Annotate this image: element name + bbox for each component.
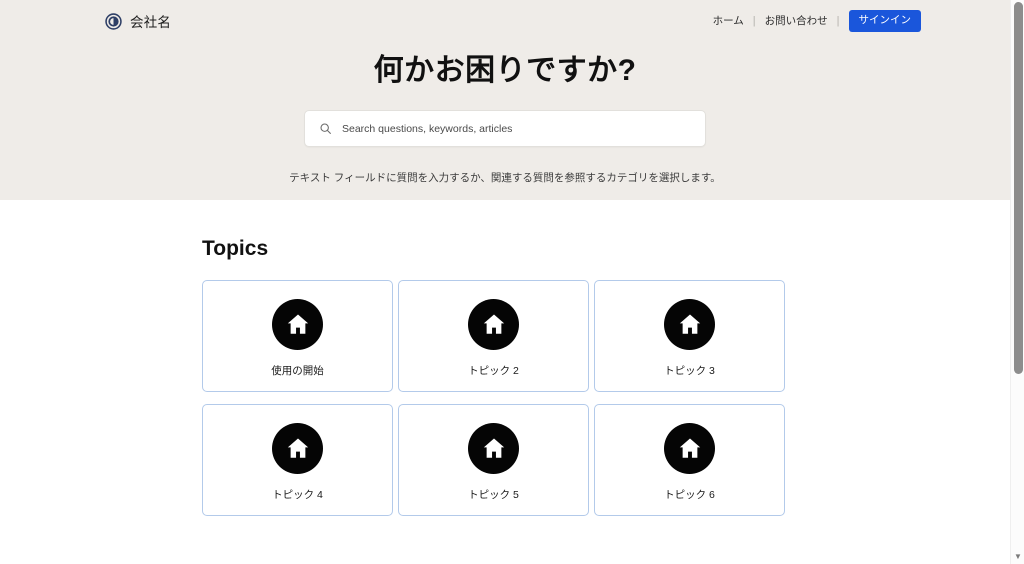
home-icon-glyph bbox=[287, 438, 308, 458]
home-icon-glyph bbox=[679, 438, 700, 458]
home-icon bbox=[468, 422, 519, 474]
topic-card[interactable]: トピック 5 bbox=[398, 404, 589, 516]
nav-separator: | bbox=[836, 15, 840, 27]
home-icon-glyph bbox=[483, 438, 504, 458]
main-content: Topics 使用の開始 トピック 2 トピック 3 トピック 4 トピック 5… bbox=[0, 200, 1010, 516]
scroll-down-arrow-icon[interactable]: ▼ bbox=[1011, 553, 1024, 561]
search-icon bbox=[320, 123, 331, 134]
top-navigation-bar: 会社名 ホーム | お問い合わせ | サインイン bbox=[0, 0, 1010, 44]
home-icon-glyph bbox=[287, 314, 308, 334]
search-input[interactable] bbox=[342, 122, 691, 135]
topics-grid: 使用の開始 トピック 2 トピック 3 トピック 4 トピック 5 トピック 6 bbox=[202, 280, 788, 516]
nav-item-home[interactable]: ホーム bbox=[713, 11, 744, 31]
signin-button[interactable]: サインイン bbox=[848, 10, 921, 32]
hero-subtitle: テキスト フィールドに質問を入力するか、関連する質問を参照するカテゴリを選択しま… bbox=[289, 172, 721, 184]
topic-card-label: トピック 3 bbox=[664, 364, 715, 377]
header-nav: ホーム | お問い合わせ | サインイン bbox=[713, 10, 921, 32]
nav-separator: | bbox=[752, 15, 756, 27]
topic-card-label: トピック 2 bbox=[468, 364, 519, 377]
nav-item-contact[interactable]: お問い合わせ bbox=[765, 11, 828, 31]
home-icon bbox=[468, 298, 519, 350]
home-icon bbox=[272, 422, 323, 474]
home-icon-glyph bbox=[679, 314, 700, 334]
home-icon-glyph bbox=[483, 314, 504, 334]
vertical-scrollbar[interactable]: ▼ bbox=[1010, 0, 1024, 564]
search-bar[interactable] bbox=[304, 110, 706, 147]
topic-card-label: トピック 5 bbox=[468, 488, 519, 501]
topic-card[interactable]: トピック 3 bbox=[594, 280, 785, 392]
hero-section: 会社名 ホーム | お問い合わせ | サインイン 何かお困りですか? テキスト … bbox=[0, 0, 1010, 200]
brand[interactable]: 会社名 bbox=[105, 11, 171, 31]
topic-card-label: トピック 6 bbox=[664, 488, 715, 501]
topic-card-label: トピック 4 bbox=[272, 488, 323, 501]
home-icon bbox=[664, 422, 715, 474]
topic-card[interactable]: トピック 4 bbox=[202, 404, 393, 516]
circle-ring-logo-icon bbox=[105, 12, 122, 30]
home-icon bbox=[664, 298, 715, 350]
scrollbar-thumb[interactable] bbox=[1014, 2, 1023, 374]
topic-card[interactable]: トピック 6 bbox=[594, 404, 785, 516]
topic-card[interactable]: 使用の開始 bbox=[202, 280, 393, 392]
topic-card[interactable]: トピック 2 bbox=[398, 280, 589, 392]
home-icon bbox=[272, 298, 323, 350]
brand-name: 会社名 bbox=[130, 15, 172, 30]
topic-card-label: 使用の開始 bbox=[271, 364, 324, 377]
page-viewport: 会社名 ホーム | お問い合わせ | サインイン 何かお困りですか? テキスト … bbox=[0, 0, 1010, 564]
topics-section: Topics 使用の開始 トピック 2 トピック 3 トピック 4 トピック 5… bbox=[202, 237, 788, 516]
page-title: 何かお困りですか? bbox=[373, 54, 637, 87]
topics-heading: Topics bbox=[202, 237, 269, 260]
